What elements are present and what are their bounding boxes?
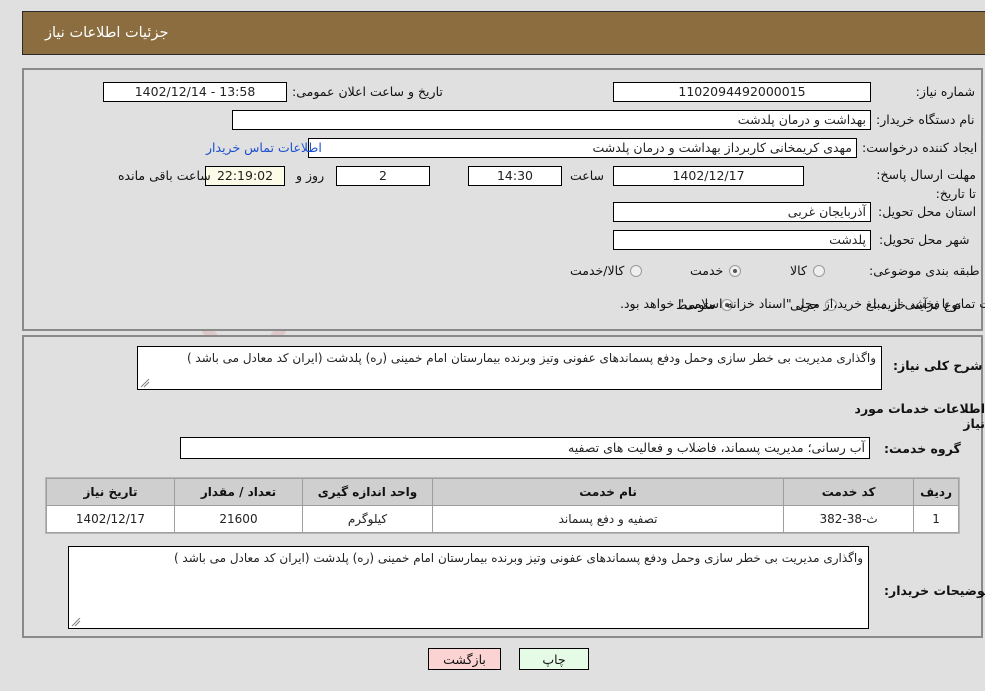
category-label-wrap: طبقه بندی موضوعی: — [869, 263, 980, 278]
table-row[interactable]: 1 ث-38-382 تصفیه و دفع پسماند کیلوگرم 21… — [46, 505, 959, 533]
category-option-kala[interactable]: کالا — [790, 263, 825, 278]
buyer-org-label: نام دستگاه خریدار: — [876, 112, 975, 127]
category-label: طبقه بندی موضوعی: — [869, 263, 980, 278]
treasury-checkbox-wrap[interactable]: پرداخت تمام یا بخشی از مبلغ خرید،از محل … — [620, 296, 985, 311]
cell-unit: کیلوگرم — [302, 505, 433, 533]
cell-need-date: 1402/12/17 — [46, 505, 175, 533]
creator-label-wrap: ایجاد کننده درخواست: — [862, 140, 977, 155]
description-textarea[interactable]: واگذاری مدیریت بی خطر سازی وحمل ودفع پسم… — [137, 346, 882, 390]
category-label-kala: کالا — [790, 263, 807, 278]
deadline-label-wrap: مهلت ارسال پاسخ: تا تاریخ: — [876, 164, 976, 202]
print-button[interactable]: چاپ — [519, 648, 589, 670]
service-group-value[interactable]: آب رسانی؛ مدیریت پسماند، فاضلاب و فعالیت… — [180, 437, 870, 459]
buyer-notes-label: توضیحات خریدار: — [884, 583, 985, 598]
deadline-days-and-label: روز و — [296, 168, 325, 183]
buyer-org-value[interactable]: بهداشت و درمان پلدشت — [232, 110, 871, 130]
remaining-hours-label: ساعت باقی مانده — [118, 168, 211, 183]
deadline-label: مهلت ارسال پاسخ: تا تاریخ: — [876, 167, 976, 201]
need-number-label: شماره نیاز: — [915, 84, 975, 99]
need-number-value[interactable]: 1102094492000015 — [613, 82, 871, 102]
deadline-date-value[interactable]: 1402/12/17 — [613, 166, 804, 186]
th-need-date: تاریخ نیاز — [46, 478, 175, 506]
category-option-kala-khedmat[interactable]: کالا/خدمت — [570, 263, 643, 278]
announce-datetime-value[interactable]: 13:58 - 1402/12/14 — [103, 82, 287, 102]
th-quantity: تعداد / مقدار — [174, 478, 303, 506]
cell-service-name: تصفیه و دفع پسماند — [431, 505, 785, 533]
services-section-heading: اطلاعات خدمات مورد نیاز — [854, 401, 985, 431]
category-option-khedmat[interactable]: خدمت — [690, 263, 742, 278]
category-radio-khedmat[interactable] — [729, 264, 742, 277]
description-text: واگذاری مدیریت بی خطر سازی وحمل ودفع پسم… — [186, 351, 876, 365]
category-label-khedmat: خدمت — [690, 263, 724, 278]
th-service-name: نام خدمت — [431, 478, 785, 506]
deadline-hour-label: ساعت — [570, 168, 605, 183]
buyer-notes-text: واگذاری مدیریت بی خطر سازی وحمل ودفع پسم… — [173, 551, 863, 565]
deadline-days-value[interactable]: 2 — [336, 166, 430, 186]
deadline-time-value[interactable]: 14:30 — [468, 166, 562, 186]
th-row-no: ردیف — [913, 478, 959, 506]
creator-label: ایجاد کننده درخواست: — [862, 140, 978, 155]
category-radio-kala-khedmat[interactable] — [630, 264, 643, 277]
buyer-notes-textarea[interactable]: واگذاری مدیریت بی خطر سازی وحمل ودفع پسم… — [68, 546, 869, 629]
cell-quantity: 21600 — [174, 505, 303, 533]
city-label: شهر محل تحویل: — [879, 232, 970, 247]
buyer-contact-link[interactable]: اطلاعات تماس خریدار — [206, 140, 322, 155]
description-label: شرح کلی نیاز: — [893, 358, 983, 373]
resize-grip-icon[interactable] — [71, 617, 81, 627]
city-label-wrap: شهر محل تحویل: — [879, 232, 969, 247]
category-radio-kala[interactable] — [812, 264, 825, 277]
page-root: AriaTender.net جزئیات اطلاعات نیاز شماره… — [0, 0, 985, 691]
countdown-value: 22:19:02 — [205, 166, 285, 186]
page-header-bar: جزئیات اطلاعات نیاز — [22, 11, 985, 55]
need-info-panel — [22, 68, 983, 331]
table-header-row: ردیف کد خدمت نام خدمت واحد اندازه گیری ت… — [46, 478, 959, 506]
category-label-kala-khedmat: کالا/خدمت — [570, 263, 625, 278]
creator-value[interactable]: مهدی کریمخانی کاربرداز بهداشت و درمان پل… — [308, 138, 857, 158]
th-service-code: کد خدمت — [783, 478, 915, 506]
cell-service-code: ث-38-382 — [783, 505, 915, 533]
announce-datetime-label-wrap: تاریخ و ساعت اعلان عمومی: — [292, 84, 443, 99]
city-value[interactable]: پلدشت — [613, 230, 871, 250]
resize-grip-icon[interactable] — [140, 378, 150, 388]
cell-row-no: 1 — [913, 505, 959, 533]
need-number-label-wrap: شماره نیاز: — [880, 84, 975, 99]
treasury-checkbox-label: پرداخت تمام یا بخشی از مبلغ خرید،از محل … — [620, 296, 985, 311]
province-label: استان محل تحویل: — [878, 204, 977, 219]
province-label-wrap: استان محل تحویل: — [878, 204, 976, 219]
buyer-org-label-wrap: نام دستگاه خریدار: — [876, 112, 974, 127]
services-table: ردیف کد خدمت نام خدمت واحد اندازه گیری ت… — [46, 478, 959, 533]
service-group-label: گروه خدمت: — [884, 441, 961, 456]
province-value[interactable]: آذربایجان غربی — [613, 202, 871, 222]
th-unit: واحد اندازه گیری — [302, 478, 433, 506]
announce-datetime-label: تاریخ و ساعت اعلان عمومی: — [292, 84, 443, 99]
page-title: جزئیات اطلاعات نیاز — [45, 25, 169, 41]
back-button[interactable]: بازگشت — [428, 648, 501, 670]
